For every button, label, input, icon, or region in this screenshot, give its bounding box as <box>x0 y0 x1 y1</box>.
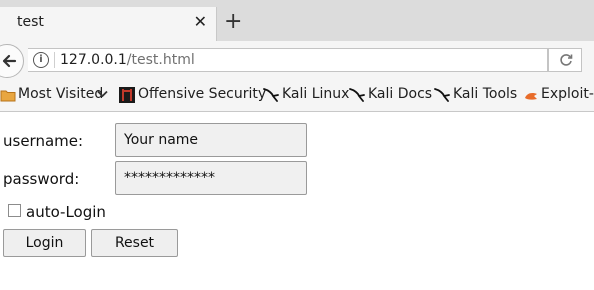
browser-chrome: test ✕ + i 127.0.0.1/test.html Most Visi… <box>0 0 594 112</box>
tab-test[interactable]: test ✕ <box>0 7 217 41</box>
tab-strip: test ✕ + <box>0 0 594 41</box>
login-button[interactable]: Login <box>3 229 86 257</box>
bookmark-label: Kali Docs <box>368 86 433 102</box>
url-host: 127.0.0.1 <box>60 52 127 68</box>
bookmark-label: Most Visited <box>18 86 104 102</box>
reload-icon <box>560 54 573 66</box>
close-icon[interactable]: ✕ <box>194 13 207 31</box>
page-content: username: password: auto-Login Login Res… <box>0 112 594 290</box>
chevron-down-icon <box>97 90 108 98</box>
kali-dragon-icon <box>434 88 450 102</box>
bookmark-label: Kali Tools <box>453 86 518 102</box>
username-input[interactable] <box>115 123 307 157</box>
auto-login-checkbox[interactable] <box>8 204 21 217</box>
bookmark-label: Exploit-D <box>541 86 594 102</box>
navigation-bar: i 127.0.0.1/test.html <box>0 41 594 79</box>
reset-button[interactable]: Reset <box>91 229 178 257</box>
tab-title: test <box>17 14 44 30</box>
kali-dragon-icon <box>349 88 365 102</box>
bookmark-label: Offensive Security <box>138 86 267 102</box>
reload-button[interactable] <box>548 48 582 72</box>
auto-login-label[interactable]: auto-Login <box>26 203 106 221</box>
password-input[interactable] <box>115 161 307 195</box>
back-button[interactable] <box>0 44 24 78</box>
offsec-icon <box>119 87 135 103</box>
kali-dragon-icon <box>263 88 279 102</box>
username-label: username: <box>3 132 84 150</box>
folder-icon <box>0 90 16 102</box>
password-label: password: <box>3 170 80 188</box>
url-text[interactable]: 127.0.0.1/test.html <box>60 52 195 68</box>
back-arrow-icon <box>2 54 17 68</box>
url-path: /test.html <box>126 52 195 68</box>
url-separator <box>54 52 55 68</box>
bookmarks-toolbar: Most Visited Offensive Security Kali Lin… <box>0 79 594 112</box>
exploit-db-icon <box>525 93 537 100</box>
bookmark-label: Kali Linux <box>282 86 350 102</box>
url-bar[interactable]: i 127.0.0.1/test.html <box>28 48 548 72</box>
plus-icon[interactable]: + <box>224 10 242 34</box>
info-icon[interactable]: i <box>33 52 49 68</box>
